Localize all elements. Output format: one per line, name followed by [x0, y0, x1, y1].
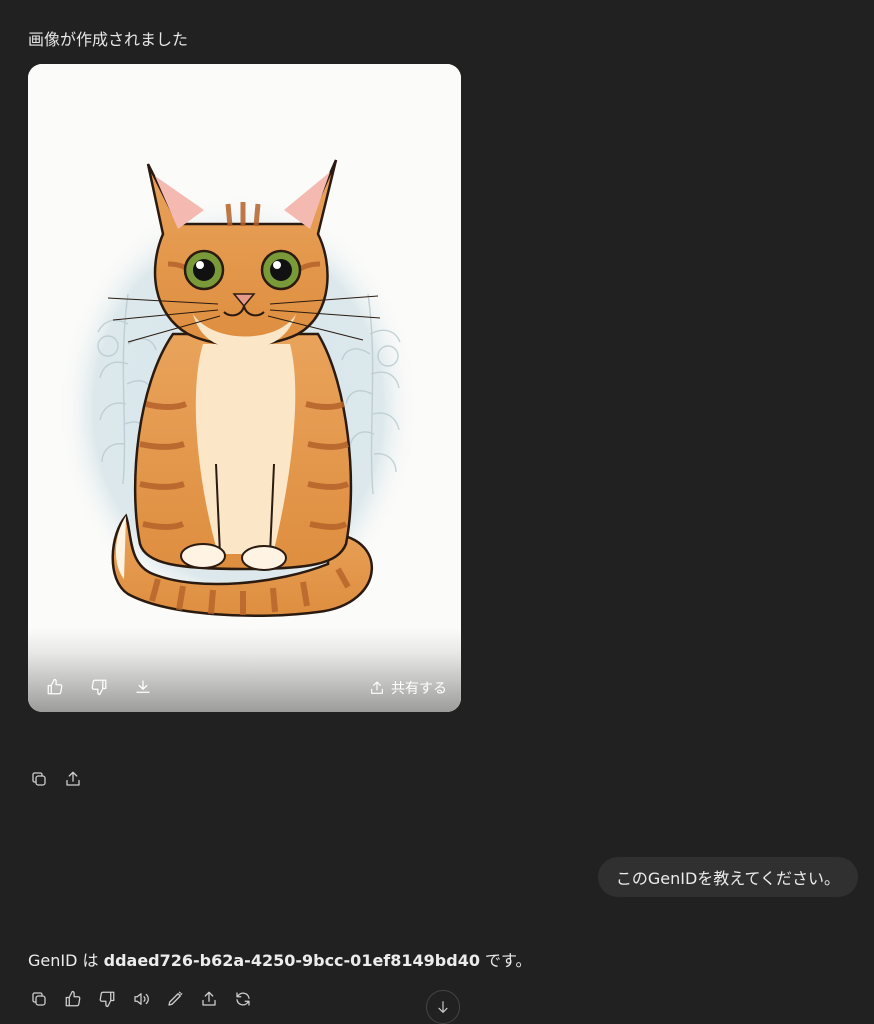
copy-icon[interactable]	[28, 988, 50, 1010]
image-action-bar: 共有する	[28, 628, 461, 712]
answer-prefix: GenID は	[28, 951, 104, 970]
copy-icon[interactable]	[28, 768, 50, 790]
image-message-actions	[28, 768, 84, 790]
assistant-answer: GenID は ddaed726-b62a-4250-9bcc-01ef8149…	[28, 947, 531, 971]
regenerate-icon[interactable]	[232, 988, 254, 1010]
thumbs-down-icon[interactable]	[88, 676, 110, 698]
user-message-text: このGenIDを教えてください。	[615, 869, 840, 888]
edit-icon[interactable]	[164, 988, 186, 1010]
thumbs-up-icon[interactable]	[44, 676, 66, 698]
gen-id-value: ddaed726-b62a-4250-9bcc-01ef8149bd40	[103, 951, 480, 970]
share-icon[interactable]	[198, 988, 220, 1010]
cat-illustration[interactable]	[28, 64, 461, 712]
thumbs-up-icon[interactable]	[62, 988, 84, 1010]
download-icon[interactable]	[132, 676, 154, 698]
answer-actions	[28, 988, 254, 1010]
share-icon	[371, 681, 383, 694]
arrow-down-icon	[438, 1001, 448, 1013]
share-label: 共有する	[391, 681, 447, 697]
read-aloud-icon[interactable]	[130, 988, 152, 1010]
share-icon[interactable]	[62, 768, 84, 790]
share-button[interactable]: 共有する	[369, 678, 447, 698]
answer-suffix: です。	[479, 951, 532, 970]
user-message-bubble: このGenIDを教えてください。	[597, 857, 858, 897]
generated-image-card[interactable]: 共有する	[28, 64, 461, 712]
thumbs-down-icon[interactable]	[96, 988, 118, 1010]
scroll-to-bottom-button[interactable]	[426, 990, 460, 1024]
image-created-status: 画像が作成されました	[28, 30, 189, 49]
